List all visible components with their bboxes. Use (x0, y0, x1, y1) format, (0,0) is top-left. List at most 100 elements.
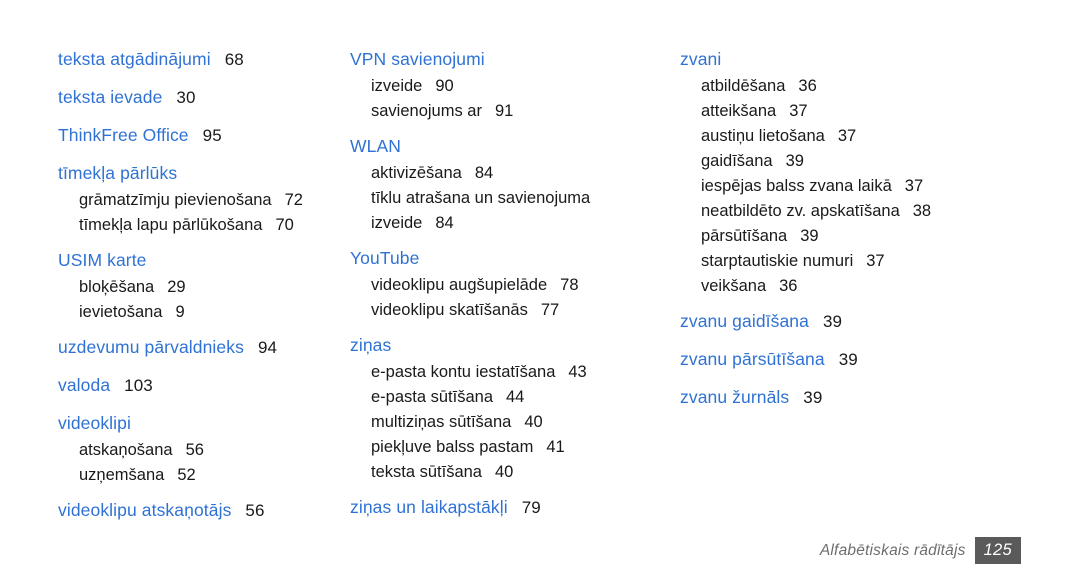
index-subentry-page-number: 84 (435, 214, 454, 232)
index-subentry-list: aktivizēšana 84 tīklu atrašana un savienoj… (350, 161, 670, 236)
index-entry-page-number: 95 (202, 126, 222, 145)
index-subentry-page-number: 39 (785, 152, 804, 170)
index-subentry[interactable]: neatbildēto zv. apskatīšana 38 (701, 199, 1080, 224)
index-page: teksta atgādinājumi 68 teksta ievade 30 Thin… (0, 0, 1080, 586)
index-subentry-page-number: 70 (275, 216, 294, 234)
index-subentry[interactable]: multiziņas sūtīšana 40 (371, 410, 670, 435)
index-subentry-page-number: 37 (789, 102, 808, 120)
index-subentry-label: iespējas balss zvana laikā (701, 177, 892, 195)
index-entry-heading-label: tīmekļa pārlūks (58, 163, 178, 183)
index-entry-heading[interactable]: zvanu pārsūtīšana 39 (680, 344, 1080, 375)
index-subentry[interactable]: pārsūtīšana 39 (701, 224, 1080, 249)
index-subentry-page-number: 36 (779, 277, 798, 295)
index-entry-heading-label: uzdevumu pārvaldnieks (58, 337, 244, 357)
index-entry-heading[interactable]: WLAN (350, 131, 670, 161)
index-entry-page-number: 30 (176, 88, 196, 107)
index-subentry-page-number: 29 (167, 278, 186, 296)
index-subentry-label: grāmatzīmju pievienošana (79, 191, 272, 209)
index-subentry[interactable]: savienojums ar 91 (371, 99, 670, 124)
index-subentry[interactable]: gaidīšana 39 (701, 149, 1080, 174)
index-entry-group: zvanu gaidīšana 39 (680, 306, 1080, 337)
index-subentry[interactable]: atbildēšana 36 (701, 74, 1080, 99)
index-subentry[interactable]: e-pasta kontu iestatīšana 43 (371, 360, 670, 385)
index-entry-group: ThinkFree Office 95 (58, 120, 340, 151)
index-subentry-label: aktivizēšana (371, 164, 462, 182)
index-subentry[interactable]: videoklipu augšupielāde 78 (371, 273, 670, 298)
index-entry-heading[interactable]: ThinkFree Office 95 (58, 120, 340, 151)
column-left: teksta atgādinājumi 68 teksta ievade 30 Thin… (0, 44, 340, 533)
index-subentry[interactable]: bloķēšana 29 (79, 275, 340, 300)
index-subentry-page-number: 52 (177, 466, 196, 484)
index-entry-page-number: 79 (521, 498, 541, 517)
index-subentry-label: pārsūtīšana (701, 227, 788, 245)
index-subentry-page-number: 37 (904, 177, 924, 195)
index-entry-heading[interactable]: ziņas un laikapstākļi 79 (350, 492, 670, 523)
index-subentry[interactable]: atskaņošana 56 (79, 438, 340, 463)
index-subentry[interactable]: veikšana 36 (701, 274, 1080, 299)
index-subentry[interactable]: teksta sūtīšana 40 (371, 460, 670, 485)
index-subentry-page-number: 37 (866, 252, 885, 270)
index-entry-heading[interactable]: USIM karte (58, 245, 340, 275)
index-entry-heading-label: zvanu žurnāls (680, 387, 790, 407)
index-entry-group: zvanu žurnāls 39 (680, 382, 1080, 413)
index-entry-heading[interactable]: VPN savienojumi (350, 44, 670, 74)
index-entry-group: zvani atbildēšana 36 atteikšana 37 austiņu li… (680, 44, 1080, 299)
index-entry-heading[interactable]: uzdevumu pārvaldnieks 94 (58, 332, 340, 363)
index-subentry[interactable]: austiņu lietošana 37 (701, 124, 1080, 149)
index-subentry-page-number: 36 (798, 77, 817, 95)
index-entry-heading-label: videoklipi (58, 413, 131, 433)
index-entry-page-number: 103 (124, 376, 153, 395)
index-entry-group: YouTube videoklipu augšupielāde 78 videokli… (350, 243, 670, 323)
index-subentry[interactable]: tīklu atrašana un savienojuma izveide 84 (371, 186, 670, 236)
index-entry-heading[interactable]: tīmekļa pārlūks (58, 158, 340, 188)
index-subentry[interactable]: uzņemšana 52 (79, 463, 340, 488)
index-entry-heading-label: teksta atgādinājumi (58, 49, 211, 69)
index-entry-heading-label: USIM karte (58, 250, 147, 270)
index-subentry[interactable]: starptautiskie numuri 37 (701, 249, 1080, 274)
index-subentry-label: izveide (371, 77, 423, 95)
index-subentry[interactable]: iespējas balss zvana laikā 37 (701, 174, 1080, 199)
index-subentry-label: ievietošana (79, 303, 163, 321)
index-entry-group: tīmekļa pārlūks grāmatzīmju pievienošana 7… (58, 158, 340, 238)
index-subentry-page-number: 90 (435, 77, 454, 95)
index-entry-heading[interactable]: teksta atgādinājumi 68 (58, 44, 340, 75)
index-entry-group: teksta atgādinājumi 68 (58, 44, 340, 75)
index-entry-group: USIM karte bloķēšana 29 ievietošana 9 (58, 245, 340, 325)
index-entry-group: zvanu pārsūtīšana 39 (680, 344, 1080, 375)
index-subentry-label: bloķēšana (79, 278, 155, 296)
footer-section-label: Alfabētiskais rādītājs (819, 541, 966, 559)
index-subentry-label: savienojums ar (371, 102, 482, 120)
index-entry-heading[interactable]: zvanu gaidīšana 39 (680, 306, 1080, 337)
index-entry-heading[interactable]: valoda 103 (58, 370, 340, 401)
index-entry-group: VPN savienojumi izveide 90 savienojums ar 91 (350, 44, 670, 124)
index-subentry-page-number: 41 (546, 438, 565, 456)
index-subentry[interactable]: videoklipu skatīšanās 77 (371, 298, 670, 323)
index-entry-heading[interactable]: ziņas (350, 330, 670, 360)
index-subentry-label: austiņu lietošana (701, 127, 825, 145)
index-subentry[interactable]: e-pasta sūtīšana 44 (371, 385, 670, 410)
index-entry-page-number: 94 (257, 338, 278, 357)
index-subentry[interactable]: piekļuve balss pastam 41 (371, 435, 670, 460)
index-entry-heading[interactable]: videoklipi (58, 408, 340, 438)
index-entry-heading[interactable]: zvanu žurnāls 39 (680, 382, 1080, 413)
index-entry-heading-label: YouTube (350, 248, 420, 268)
column-middle: VPN savienojumi izveide 90 savienojums ar 91… (340, 44, 670, 530)
index-subentry[interactable]: izveide 90 (371, 74, 670, 99)
index-entry-heading[interactable]: YouTube (350, 243, 670, 273)
index-subentry-label: piekļuve balss pastam (371, 438, 534, 456)
index-subentry[interactable]: atteikšana 37 (701, 99, 1080, 124)
index-subentry-list: izveide 90 savienojums ar 91 (350, 74, 670, 124)
index-subentry-list: atbildēšana 36 atteikšana 37 austiņu lietoša… (680, 74, 1080, 299)
index-subentry[interactable]: ievietošana 9 (79, 300, 340, 325)
index-subentry[interactable]: tīmekļa lapu pārlūkošana 70 (79, 213, 340, 238)
index-entry-heading-label: zvanu gaidīšana (680, 311, 809, 331)
index-entry-heading[interactable]: videoklipu atskaņotājs 56 (58, 495, 340, 526)
index-entry-heading-label: VPN savienojumi (350, 49, 485, 69)
index-subentry[interactable]: grāmatzīmju pievienošana 72 (79, 188, 340, 213)
index-entry-heading-label: ziņas un laikapstākļi (350, 497, 508, 517)
index-entry-heading-label: WLAN (350, 136, 401, 156)
index-columns: teksta atgādinājumi 68 teksta ievade 30 Thin… (0, 44, 1080, 533)
index-entry-heading[interactable]: teksta ievade 30 (58, 82, 340, 113)
index-entry-heading[interactable]: zvani (680, 44, 1080, 74)
index-subentry[interactable]: aktivizēšana 84 (371, 161, 670, 186)
